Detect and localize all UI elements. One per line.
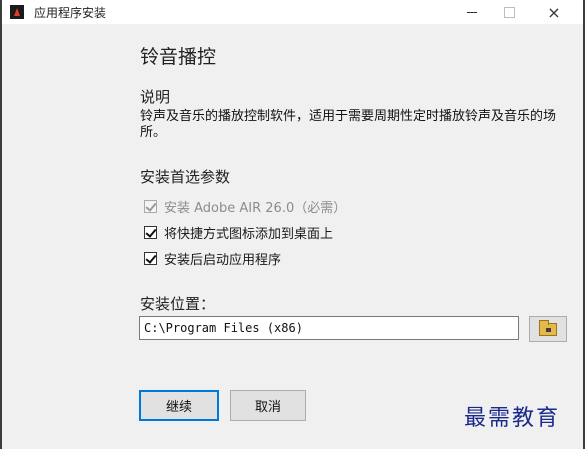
folder-icon [539, 319, 557, 336]
option-desktop-shortcut[interactable]: 将快捷方式图标添加到桌面上 [144, 223, 333, 242]
description-text: 铃声及音乐的播放控制软件，适用于需要周期性定时播放铃声及音乐的场所。 [140, 109, 557, 140]
close-icon: × [547, 2, 561, 22]
install-location-input[interactable] [139, 316, 519, 340]
minimize-icon [467, 11, 477, 13]
option-install-air: 安装 Adobe AIR 26.0（必需） [144, 197, 346, 216]
location-label: 安装位置： [140, 295, 216, 313]
watermark: 最需教育 [464, 406, 561, 431]
maximize-button[interactable] [487, 0, 531, 24]
checkbox-desktop-shortcut[interactable] [144, 226, 157, 239]
description-heading: 说明 [140, 88, 171, 106]
checkbox-launch-after-install[interactable] [144, 252, 157, 265]
maximize-icon [503, 6, 515, 18]
option-launch-after-install-label: 安装后启动应用程序 [164, 253, 282, 268]
window-title: 应用程序安装 [34, 5, 107, 20]
option-launch-after-install[interactable]: 安装后启动应用程序 [144, 249, 281, 268]
app-name: 铃音播控 [140, 46, 217, 68]
option-install-air-label: 安装 Adobe AIR 26.0（必需） [164, 201, 347, 216]
title-bar[interactable]: 应用程序安装 × [2, 0, 583, 24]
option-desktop-shortcut-label: 将快捷方式图标添加到桌面上 [164, 227, 334, 242]
browse-button[interactable] [529, 316, 567, 342]
preferences-heading: 安装首选参数 [140, 168, 231, 186]
cancel-button[interactable]: 取消 [230, 390, 306, 421]
close-button[interactable]: × [532, 0, 576, 24]
installer-window: 应用程序安装 × 铃音播控 说明 铃声及音乐的播放控制软件，适用于需要周期性定时… [0, 0, 585, 449]
checkbox-install-air [144, 200, 157, 213]
adobe-air-icon [10, 5, 24, 19]
continue-button[interactable]: 继续 [139, 390, 219, 421]
